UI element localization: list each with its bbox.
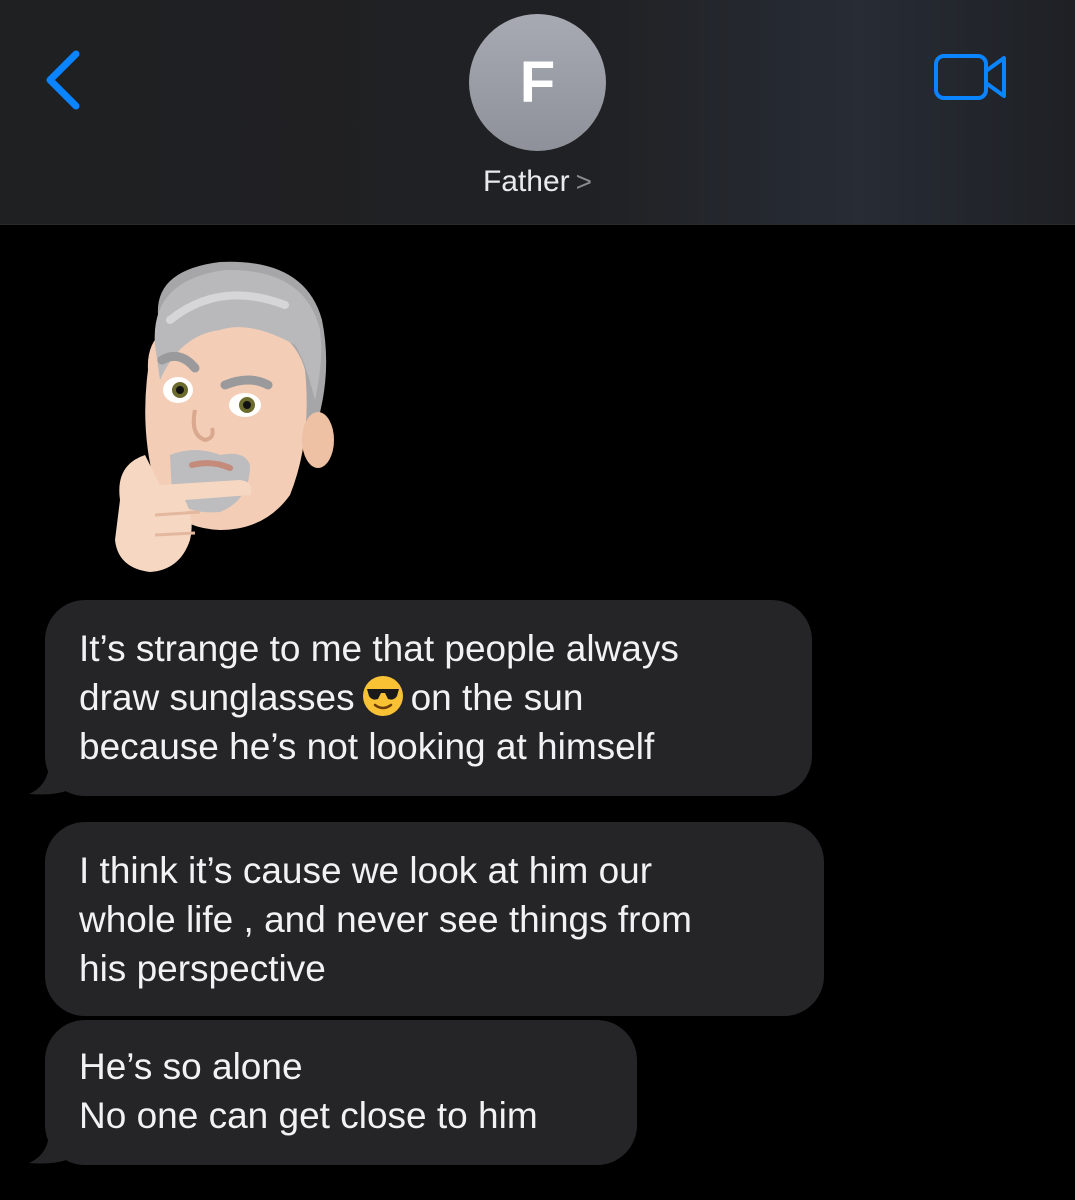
message-text: draw sunglasses bbox=[79, 677, 355, 718]
avatar-initial: F bbox=[519, 50, 556, 115]
message-text: because he’s not looking at himself bbox=[79, 726, 655, 767]
bubble-tail bbox=[29, 766, 69, 795]
message-bubble[interactable]: I think it’s cause we look at him our wh… bbox=[45, 822, 824, 1016]
message-text: It’s strange to me that people always bbox=[79, 628, 679, 669]
message-text: No one can get close to him bbox=[79, 1095, 538, 1136]
bubble-tail bbox=[29, 1135, 69, 1164]
message-bubble[interactable]: It’s strange to me that people always dr… bbox=[29, 600, 812, 796]
message-text: on the sun bbox=[410, 677, 584, 718]
message-text: whole life , and never see things from bbox=[79, 899, 692, 940]
video-camera-icon bbox=[934, 54, 1006, 100]
contact-name-button[interactable]: Father > bbox=[0, 160, 1075, 204]
conversation-header: F Father > bbox=[0, 0, 1075, 225]
thinking-memoji-sticker[interactable] bbox=[100, 250, 350, 585]
chevron-right-icon: > bbox=[575, 166, 593, 197]
contact-name: Father bbox=[482, 165, 570, 198]
message-text: his perspective bbox=[79, 948, 326, 989]
message-bubble[interactable]: He’s so alone No one can get close to hi… bbox=[29, 1020, 637, 1165]
message-text-line: draw sunglasses on the sun bbox=[79, 673, 778, 722]
contact-avatar[interactable]: F bbox=[469, 14, 606, 151]
chevron-left-icon bbox=[46, 50, 80, 110]
message-text: I think it’s cause we look at him our bbox=[79, 850, 653, 891]
back-button[interactable] bbox=[38, 44, 88, 114]
smiling-face-with-sunglasses-emoji bbox=[362, 676, 403, 716]
message-text: He’s so alone bbox=[79, 1046, 303, 1087]
facetime-video-button[interactable] bbox=[930, 48, 1012, 108]
